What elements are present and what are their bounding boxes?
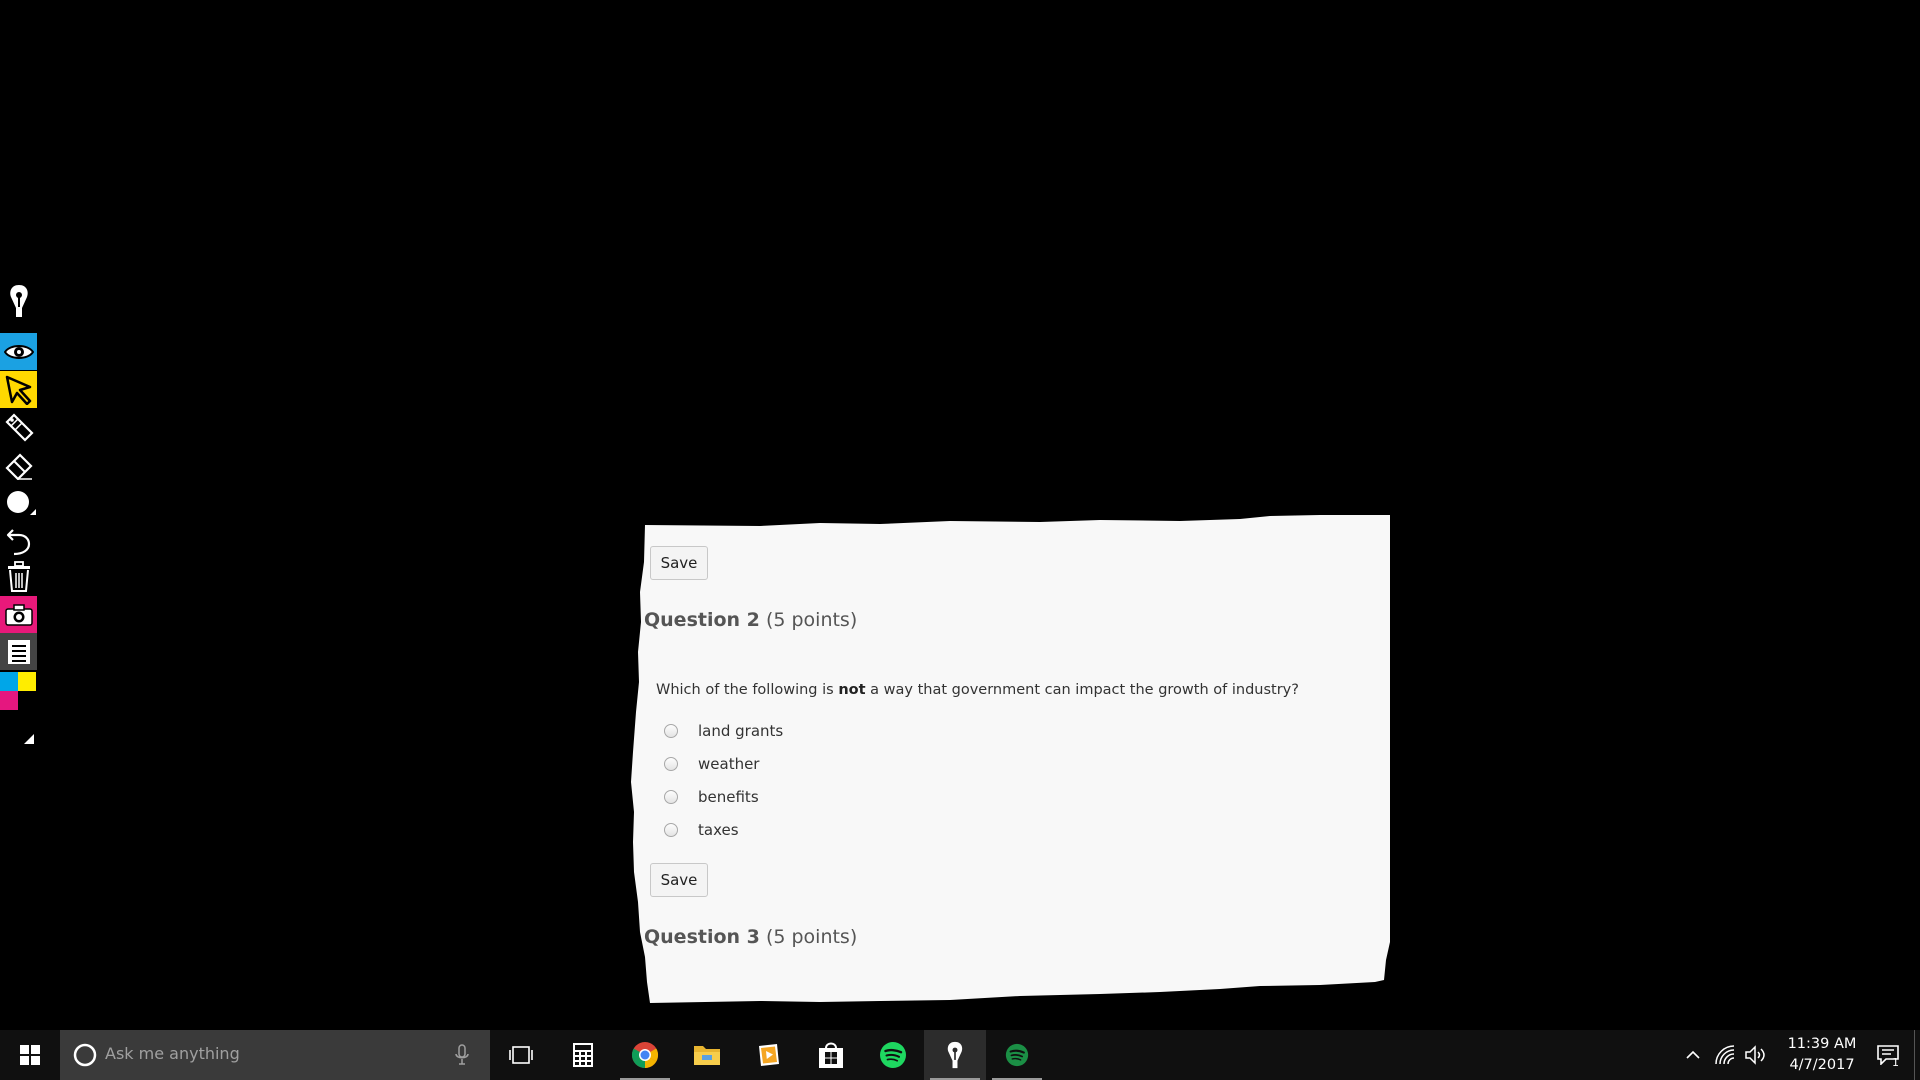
save-button[interactable]: Save	[650, 863, 708, 897]
question-2-points: (5 points)	[765, 609, 858, 631]
prompt-text-before: Which of the following is	[656, 682, 839, 698]
question-3-heading: Question 3 (5 points)	[644, 926, 857, 948]
highlighter-icon	[4, 412, 34, 442]
clock-time: 11:39 AM	[1787, 1036, 1857, 1052]
clock-date: 4/7/2017	[1789, 1057, 1855, 1073]
undo-icon	[6, 528, 30, 555]
chrome-icon	[631, 1042, 659, 1069]
notes-tool-button[interactable]	[0, 633, 37, 670]
spotify-icon	[880, 1042, 906, 1068]
spotify-app-button[interactable]	[862, 1030, 924, 1080]
color-swatch-magenta[interactable]	[0, 691, 18, 710]
toolbar-resize-icon[interactable]	[24, 734, 34, 744]
windows-logo-icon	[20, 1045, 40, 1065]
question-2-title: Question 2	[644, 609, 760, 631]
store-icon	[819, 1042, 843, 1068]
taskbar: Ask me anything 11:39 AM 4/7/2017 1	[0, 1030, 1920, 1080]
radio-button[interactable]	[664, 757, 678, 771]
question-3-points: (5 points)	[765, 926, 858, 948]
microphone-icon[interactable]	[454, 1044, 470, 1066]
brush-size-icon	[6, 490, 36, 515]
prompt-text-bold: not	[838, 682, 866, 698]
save-button[interactable]: Save	[650, 546, 708, 580]
eye-tool-button[interactable]	[0, 333, 37, 370]
answer-option-benefits[interactable]: benefits	[664, 786, 759, 808]
brush-size-tool-button[interactable]	[0, 483, 37, 520]
prompt-text-after: a way that government can impact the gro…	[865, 682, 1299, 698]
answer-option-weather[interactable]: weather	[664, 753, 759, 775]
color-swatches	[0, 672, 37, 710]
notes-icon	[7, 639, 30, 664]
video-player-icon	[759, 1044, 779, 1066]
wifi-icon[interactable]	[1714, 1044, 1736, 1066]
option-label: taxes	[698, 821, 739, 839]
volume-icon[interactable]	[1744, 1044, 1766, 1066]
option-label: land grants	[698, 722, 784, 740]
quiz-content: Save Question 2 (5 points) Which of the …	[620, 512, 1390, 1006]
captured-page: Save Question 2 (5 points) Which of the …	[620, 512, 1390, 1006]
question-2-heading: Question 2 (5 points)	[644, 609, 857, 631]
eraser-tool-button[interactable]	[0, 446, 37, 483]
answer-option-taxes[interactable]: taxes	[664, 819, 739, 841]
chrome-app-button[interactable]	[614, 1030, 676, 1080]
eye-icon	[3, 344, 34, 359]
video-player-app-button[interactable]	[738, 1030, 800, 1080]
clock[interactable]: 11:39 AM 4/7/2017	[1772, 1034, 1872, 1076]
folder-icon	[694, 1046, 720, 1065]
camera-tool-button[interactable]	[0, 596, 37, 633]
undo-tool-button[interactable]	[0, 521, 37, 558]
pointer-arrow-icon	[5, 375, 31, 405]
file-explorer-app-button[interactable]	[676, 1030, 738, 1080]
color-swatch-cyan[interactable]	[0, 672, 18, 691]
desktop-screen: Save Question 2 (5 points) Which of the …	[0, 0, 1920, 1080]
task-view-icon	[509, 1046, 533, 1064]
color-swatch-yellow[interactable]	[18, 672, 36, 691]
notification-count: 1	[1892, 1056, 1899, 1069]
show-desktop-button[interactable]	[1914, 1030, 1920, 1080]
search-placeholder: Ask me anything	[105, 1044, 240, 1063]
trash-icon	[7, 560, 30, 592]
color-swatch-black[interactable]	[18, 691, 36, 710]
calculator-icon	[573, 1043, 593, 1067]
highlighter-tool-button[interactable]	[0, 409, 37, 446]
pen-nib-icon	[947, 1041, 963, 1069]
spotify-icon	[1005, 1043, 1029, 1067]
option-label: weather	[698, 755, 760, 773]
pen-tool-button[interactable]	[0, 281, 37, 321]
radio-button[interactable]	[664, 724, 678, 738]
cortana-icon	[73, 1043, 97, 1067]
action-center-button[interactable]: 1	[1864, 1030, 1912, 1080]
spotify-running-app-button[interactable]	[986, 1030, 1048, 1080]
radio-button[interactable]	[664, 823, 678, 837]
start-button[interactable]	[0, 1030, 60, 1080]
camera-icon	[4, 603, 33, 626]
option-label: benefits	[698, 788, 759, 806]
question-2-prompt: Which of the following is not a way that…	[656, 682, 1299, 698]
pen-app-button[interactable]	[924, 1030, 986, 1080]
eraser-icon	[4, 452, 33, 480]
store-app-button[interactable]	[800, 1030, 862, 1080]
trash-tool-button[interactable]	[0, 558, 37, 595]
search-box[interactable]: Ask me anything	[60, 1030, 490, 1080]
pointer-tool-button[interactable]	[0, 371, 37, 408]
pen-nib-icon	[9, 285, 28, 317]
answer-option-land-grants[interactable]: land grants	[664, 720, 783, 742]
calculator-app-button[interactable]	[552, 1030, 614, 1080]
chevron-up-icon[interactable]	[1684, 1046, 1702, 1064]
question-3-title: Question 3	[644, 926, 760, 948]
task-view-button[interactable]	[490, 1030, 552, 1080]
radio-button[interactable]	[664, 790, 678, 804]
